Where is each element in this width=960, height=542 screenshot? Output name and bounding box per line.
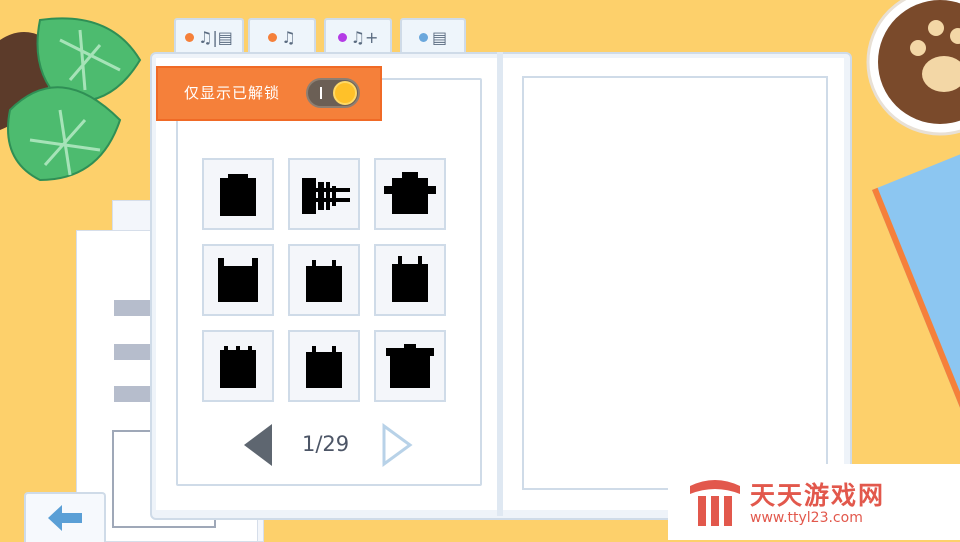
locked-silhouette-icon — [220, 174, 256, 216]
tab-all[interactable]: ♫|▤ — [174, 18, 244, 54]
bell-book-icon: ♫|▤ — [198, 27, 233, 47]
collection-item[interactable] — [374, 244, 446, 316]
tab-bell[interactable]: ♫ — [248, 18, 316, 54]
toggle-knob — [333, 81, 357, 105]
locked-silhouette-icon — [218, 258, 258, 302]
watermark-title: 天天游戏网 — [750, 481, 886, 510]
locked-silhouette-icon — [220, 346, 256, 388]
blue-notebook-decoration — [872, 146, 960, 413]
detail-panel — [522, 76, 828, 490]
locked-silhouette-icon — [302, 178, 350, 214]
next-page-button[interactable] — [380, 422, 416, 468]
back-button[interactable] — [24, 492, 106, 542]
coffee-cup-decoration — [862, 0, 960, 140]
filter-panel: 仅显示已解锁 — [156, 66, 382, 121]
bell-icon: ♫ — [281, 27, 296, 47]
tab-dot — [185, 32, 195, 42]
locked-silhouette-icon — [306, 346, 342, 388]
page-indicator: 1/29 — [302, 432, 350, 456]
collection-item[interactable] — [202, 158, 274, 230]
tab-bell-plus[interactable]: ♫+ — [324, 18, 392, 54]
pager: 1/29 — [240, 422, 420, 468]
tab-dot — [268, 32, 278, 42]
book-spine — [497, 52, 503, 516]
collection-item[interactable] — [202, 330, 274, 402]
bell-plus-icon: ♫+ — [350, 27, 379, 47]
watermark-logo — [690, 480, 740, 526]
unlocked-only-toggle[interactable] — [306, 78, 360, 108]
locked-silhouette-icon — [386, 344, 434, 388]
arrow-left-icon — [48, 505, 82, 531]
filter-label: 仅显示已解锁 — [184, 84, 281, 102]
tab-dot — [418, 32, 428, 42]
collection-item[interactable] — [374, 158, 446, 230]
toggle-bar — [320, 87, 322, 99]
collection-item[interactable] — [202, 244, 274, 316]
collection-item[interactable] — [374, 330, 446, 402]
watermark-url: www.ttyl23.com — [750, 510, 863, 526]
prev-page-button[interactable] — [240, 422, 276, 468]
leaves-decoration — [0, 0, 160, 200]
watermark: 天天游戏网 www.ttyl23.com — [668, 464, 960, 540]
tab-dot — [337, 32, 347, 42]
collection-item[interactable] — [288, 244, 360, 316]
collection-item[interactable] — [288, 158, 360, 230]
locked-silhouette-icon — [392, 256, 428, 302]
collection-item[interactable] — [288, 330, 360, 402]
locked-silhouette-icon — [384, 172, 436, 214]
book-icon: ▤ — [431, 27, 448, 47]
locked-silhouette-icon — [306, 260, 342, 302]
tab-book[interactable]: ▤ — [400, 18, 466, 54]
